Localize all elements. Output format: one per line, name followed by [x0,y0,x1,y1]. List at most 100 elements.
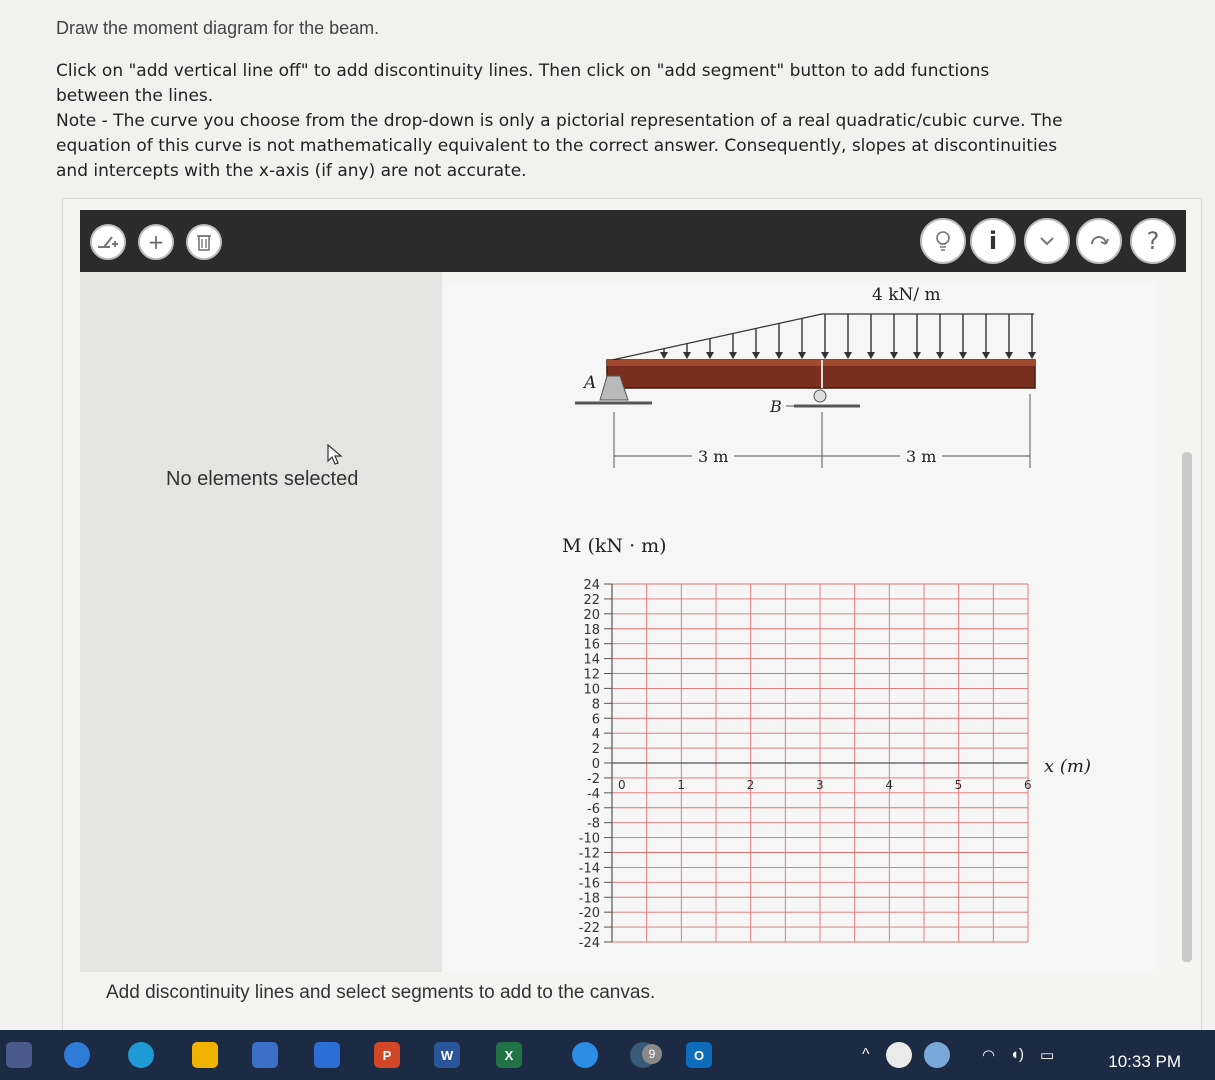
instruction-line-1: Click on "add vertical line off" to add … [56,61,990,81]
trash-icon [197,235,211,251]
volume-icon[interactable]: ◖) [1010,1046,1024,1063]
add-vertical-line-button[interactable] [90,224,126,260]
help-icon: ? [1146,227,1160,255]
camera-app-icon[interactable] [6,1042,32,1068]
y-tick-label: 8 [592,697,600,712]
load-arrow-head [959,352,967,359]
powerpoint-icon[interactable]: P [374,1042,400,1068]
tray-app-icon[interactable] [924,1042,950,1068]
note-line-1: Note - The curve you choose from the dro… [56,111,1063,131]
load-arrow-head [890,352,898,359]
note-line-2: equation of this curve is not mathematic… [56,136,1058,156]
drawing-canvas[interactable]: 4 kN/ m A B 3 m 3 m M (kN · m) x (m) 24 … [442,282,1156,972]
dropdown-button[interactable] [1024,218,1070,264]
info-icon: i [988,227,998,255]
excel-letter: X [504,1047,514,1063]
y-tick-label: -4 [587,787,600,802]
y-tick-label: -18 [579,891,600,906]
delete-button[interactable] [186,224,222,260]
note-line-3: and intercepts with the x-axis (if any) … [56,161,527,181]
add-segment-button[interactable]: + [138,224,174,260]
load-arrow-head [936,352,944,359]
widget-toolbar: + i ? [80,210,1186,272]
y-tick-label: -10 [579,832,600,847]
excel-icon[interactable]: X [496,1042,522,1068]
y-tick-label: -20 [579,906,600,921]
cloud-icon[interactable] [886,1042,912,1068]
wifi-icon[interactable]: ◠ [982,1046,995,1064]
load-arrow-head [982,352,990,359]
hint-button[interactable] [920,218,966,264]
word-letter: W [440,1047,454,1063]
y-tick-label: 6 [592,712,600,727]
load-arrow-head [844,352,852,359]
chevron-down-icon [1040,237,1054,246]
plus-icon: + [147,230,165,254]
load-arrow-head [775,352,783,359]
reset-button[interactable] [1076,218,1122,264]
canvas-hint: Add discontinuity lines and select segme… [106,982,656,1003]
chevron-up-icon[interactable]: ^ [862,1046,870,1064]
load-arrow-head [706,352,714,359]
beam-figure: 4 kN/ m A B 3 m 3 m [575,285,1036,468]
instruction-line-2: between the lines. [56,86,214,106]
load-arrow-head [913,352,921,359]
battery-icon[interactable]: ▭ [1040,1046,1054,1064]
load-arrow-head [798,352,806,359]
windows-taskbar: P W X 9 O ^ ◠ ◖) ▭ 10:33 PM [0,1030,1215,1080]
y-tick-label: -6 [587,802,600,817]
load-arrow-head [867,352,875,359]
chrome-icon[interactable] [64,1042,90,1068]
info-button[interactable]: i [970,218,1016,264]
x-tick-label: 0 [618,778,626,792]
support-a-label: A [582,373,596,393]
store-icon[interactable] [252,1042,278,1068]
help-button[interactable]: ? [1130,218,1176,264]
y-tick-label: -8 [587,817,600,832]
load-arrow-head [683,352,691,359]
mail-icon[interactable] [314,1042,340,1068]
x-tick-label: 1 [677,778,685,792]
load-arrows [660,314,1036,359]
y-tick-label: 18 [583,623,600,638]
properties-panel: No elements selected [80,272,442,972]
file-explorer-icon[interactable] [192,1042,218,1068]
edge-icon[interactable] [128,1042,154,1068]
y-tick-label: 10 [583,682,600,697]
support-b-roller [813,389,827,403]
y-tick-label: -12 [579,847,600,862]
chart-grid [611,583,1029,943]
y-tick-label: 14 [583,653,600,668]
x-axis-label: x (m) [1044,756,1091,777]
y-tick-label: 0 [592,757,600,772]
outlook-icon[interactable]: O [686,1042,712,1068]
taskbar-clock[interactable]: 10:33 PM [1108,1052,1181,1072]
y-tick-label: -14 [579,861,600,876]
span-1-label: 3 m [698,447,728,466]
y-tick-label: 2 [592,742,600,757]
load-arrow-head [660,352,668,359]
y-tick-label: 24 [583,578,600,593]
y-tick-label: -2 [587,772,600,787]
y-tick-label: -24 [579,936,600,951]
onedrive-icon[interactable] [572,1042,598,1068]
x-tick-label: 4 [885,778,893,792]
mouse-pointer-icon [327,444,343,465]
x-tick-label: 3 [816,778,824,792]
x-tick-label: 5 [955,778,963,792]
question-title: Draw the moment diagram for the beam. [56,18,380,38]
y-tick-label: 22 [583,593,600,608]
word-icon[interactable]: W [434,1042,460,1068]
canvas-svg: 4 kN/ m A B 3 m 3 m M (kN · m) x (m) 242… [562,285,1091,951]
moment-chart: M (kN · m) x (m) 242220181614121086420-2… [562,535,1091,951]
span-2-label: 3 m [906,447,936,466]
y-tick-labels: 242220181614121086420-2-4-6-8-10-12-14-1… [579,578,612,951]
selection-status: No elements selected [166,468,359,490]
y-axis-label: M (kN · m) [562,535,667,557]
y-tick-label: 4 [592,727,600,742]
x-tick-label: 2 [747,778,755,792]
load-arrow-head [1005,352,1013,359]
powerpoint-letter: P [382,1047,392,1063]
page-scrollbar[interactable] [1182,452,1192,962]
x-tick-label: 6 [1024,778,1032,792]
